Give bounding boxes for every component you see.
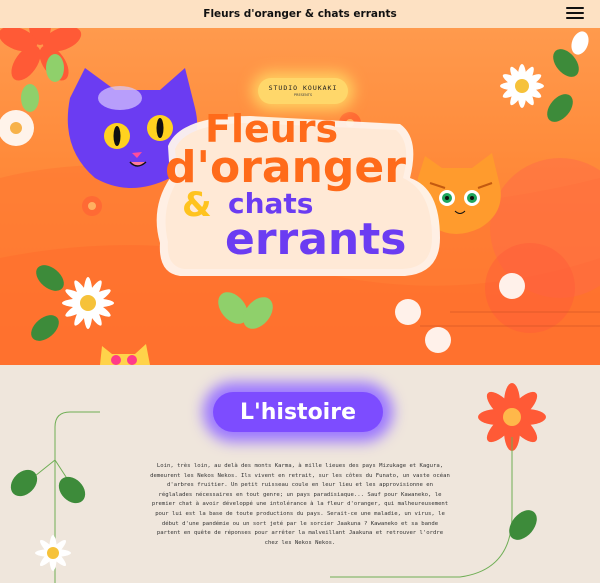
logo-line-doranger: d'oranger	[165, 142, 406, 193]
menu-line	[566, 12, 584, 14]
logo-ampersand: &	[182, 185, 212, 225]
menu-line	[566, 17, 584, 19]
leaf-icon	[10, 469, 38, 497]
menu-line	[566, 7, 584, 9]
studio-badge: STUDIO KOUKAKI PRESENTS	[258, 78, 348, 104]
daisy-icon	[35, 535, 71, 571]
hero-banner: STUDIO KOUKAKI PRESENTS Fleurs d'oranger…	[0, 28, 600, 365]
leaf-icon	[58, 476, 86, 504]
hamburger-menu-icon[interactable]	[566, 7, 584, 20]
logo-line-errants: errants	[225, 214, 407, 265]
leaf-icon	[509, 510, 537, 540]
studio-tagline: PRESENTS	[293, 93, 313, 97]
story-title: L'histoire	[240, 399, 356, 425]
story-title-badge: L'histoire	[213, 392, 383, 432]
story-paragraph: Loin, très loin, au delà des monts Karma…	[150, 463, 450, 546]
white-flower-icon	[0, 110, 34, 146]
site-title: Fleurs d'oranger & chats errants	[203, 8, 397, 20]
red-flower-icon	[0, 28, 82, 81]
top-header: Fleurs d'oranger & chats errants	[0, 0, 600, 28]
story-section: L'histoire Loin, très loin, au delà des …	[0, 365, 600, 583]
daisy-icon	[500, 64, 544, 108]
studio-name: STUDIO KOUKAKI	[268, 84, 338, 92]
